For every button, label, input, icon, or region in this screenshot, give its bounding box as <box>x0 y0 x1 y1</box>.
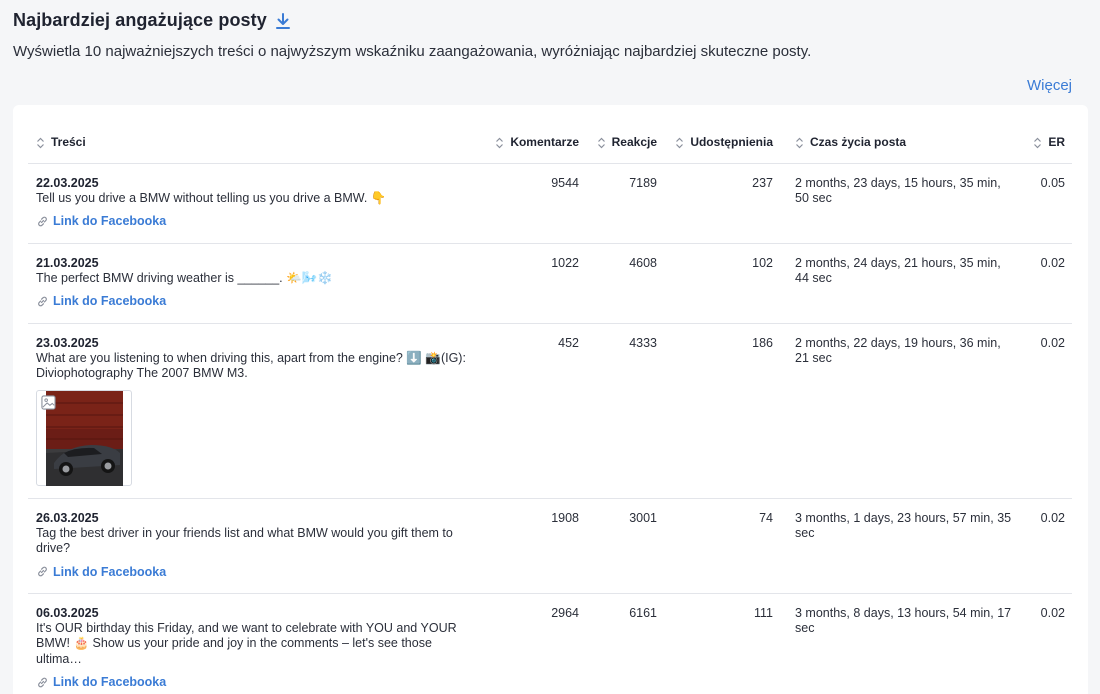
link-icon <box>38 216 47 226</box>
lifetime-cell: 2 months, 23 days, 15 hours, 35 min, 50 … <box>780 163 1023 244</box>
link-icon <box>38 677 47 687</box>
lifetime-cell: 2 months, 24 days, 21 hours, 35 min, 44 … <box>780 243 1023 324</box>
er-cell: 0.02 <box>1023 243 1072 324</box>
table-row: 22.03.2025 Tell us you drive a BMW witho… <box>28 163 1072 244</box>
comments-cell: 2964 <box>480 593 586 694</box>
page-subtitle: Wyświetla 10 najważniejszych treści o na… <box>13 43 812 60</box>
comments-cell: 1908 <box>480 498 586 594</box>
shares-cell: 74 <box>664 498 780 594</box>
lifetime-cell: 2 months, 22 days, 19 hours, 36 min, 21 … <box>780 323 1023 499</box>
post-date: 06.03.2025 <box>36 605 99 620</box>
post-text: The perfect BMW driving weather is _____… <box>36 270 333 285</box>
link-icon <box>38 296 47 306</box>
facebook-link[interactable]: Link do Facebooka <box>36 675 470 689</box>
reactions-cell: 3001 <box>586 498 664 594</box>
sort-icon <box>675 137 684 149</box>
post-date: 23.03.2025 <box>36 335 99 350</box>
sort-icon <box>795 137 804 149</box>
page-header: Najbardziej angażujące posty <box>13 10 291 31</box>
table-row: 06.03.2025 It's OUR birthday this Friday… <box>28 593 1072 694</box>
post-text: Tag the best driver in your friends list… <box>36 525 453 556</box>
column-header-comments[interactable]: Komentarze <box>480 121 586 164</box>
download-icon[interactable] <box>275 12 291 30</box>
reactions-cell: 6161 <box>586 593 664 694</box>
sort-icon <box>36 137 45 149</box>
er-cell: 0.02 <box>1023 323 1072 499</box>
shares-cell: 102 <box>664 243 780 324</box>
facebook-link[interactable]: Link do Facebooka <box>36 214 470 228</box>
table-row: 26.03.2025 Tag the best driver in your f… <box>28 498 1072 594</box>
car-photo <box>46 390 123 486</box>
post-text: What are you listening to when driving t… <box>36 350 466 381</box>
table-header-row: Treści Komentarze Reakcje Udostępnienia … <box>28 121 1072 164</box>
posts-card: Treści Komentarze Reakcje Udostępnienia … <box>13 105 1088 694</box>
post-content-cell: 22.03.2025 Tell us you drive a BMW witho… <box>28 163 480 244</box>
column-header-er[interactable]: ER <box>1023 121 1072 164</box>
column-header-lifetime[interactable]: Czas życia posta <box>780 121 1023 164</box>
page-title: Najbardziej angażujące posty <box>13 10 267 30</box>
column-header-shares[interactable]: Udostępnienia <box>664 121 780 164</box>
post-content-cell: 06.03.2025 It's OUR birthday this Friday… <box>28 593 480 694</box>
reactions-cell: 4333 <box>586 323 664 499</box>
shares-cell: 237 <box>664 163 780 244</box>
post-text: It's OUR birthday this Friday, and we wa… <box>36 620 457 666</box>
comments-cell: 452 <box>480 323 586 499</box>
post-date: 21.03.2025 <box>36 255 99 270</box>
post-thumbnail[interactable] <box>36 389 132 486</box>
post-content-cell: 23.03.2025 What are you listening to whe… <box>28 323 480 499</box>
table-row: 21.03.2025 The perfect BMW driving weath… <box>28 243 1072 324</box>
facebook-link[interactable]: Link do Facebooka <box>36 294 470 308</box>
reactions-cell: 4608 <box>586 243 664 324</box>
shares-cell: 186 <box>664 323 780 499</box>
lifetime-cell: 3 months, 8 days, 13 hours, 54 min, 17 s… <box>780 593 1023 694</box>
er-cell: 0.05 <box>1023 163 1072 244</box>
column-header-content[interactable]: Treści <box>28 121 480 164</box>
posts-table: Treści Komentarze Reakcje Udostępnienia … <box>28 121 1072 694</box>
post-content-cell: 21.03.2025 The perfect BMW driving weath… <box>28 243 480 324</box>
reactions-cell: 7189 <box>586 163 664 244</box>
sort-icon <box>1033 137 1042 149</box>
comments-cell: 9544 <box>480 163 586 244</box>
facebook-link[interactable]: Link do Facebooka <box>36 565 470 579</box>
lifetime-cell: 3 months, 1 days, 23 hours, 57 min, 35 s… <box>780 498 1023 594</box>
sort-icon <box>597 137 606 149</box>
comments-cell: 1022 <box>480 243 586 324</box>
er-cell: 0.02 <box>1023 498 1072 594</box>
shares-cell: 111 <box>664 593 780 694</box>
post-content-cell: 26.03.2025 Tag the best driver in your f… <box>28 498 480 594</box>
image-icon <box>41 394 56 410</box>
more-link[interactable]: Więcej <box>1027 77 1072 94</box>
post-date: 22.03.2025 <box>36 175 99 190</box>
post-text: Tell us you drive a BMW without telling … <box>36 190 387 205</box>
post-date: 26.03.2025 <box>36 510 99 525</box>
sort-icon <box>495 137 504 149</box>
er-cell: 0.02 <box>1023 593 1072 694</box>
link-icon <box>38 566 47 577</box>
column-header-reactions[interactable]: Reakcje <box>586 121 664 164</box>
table-row: 23.03.2025 What are you listening to whe… <box>28 323 1072 499</box>
